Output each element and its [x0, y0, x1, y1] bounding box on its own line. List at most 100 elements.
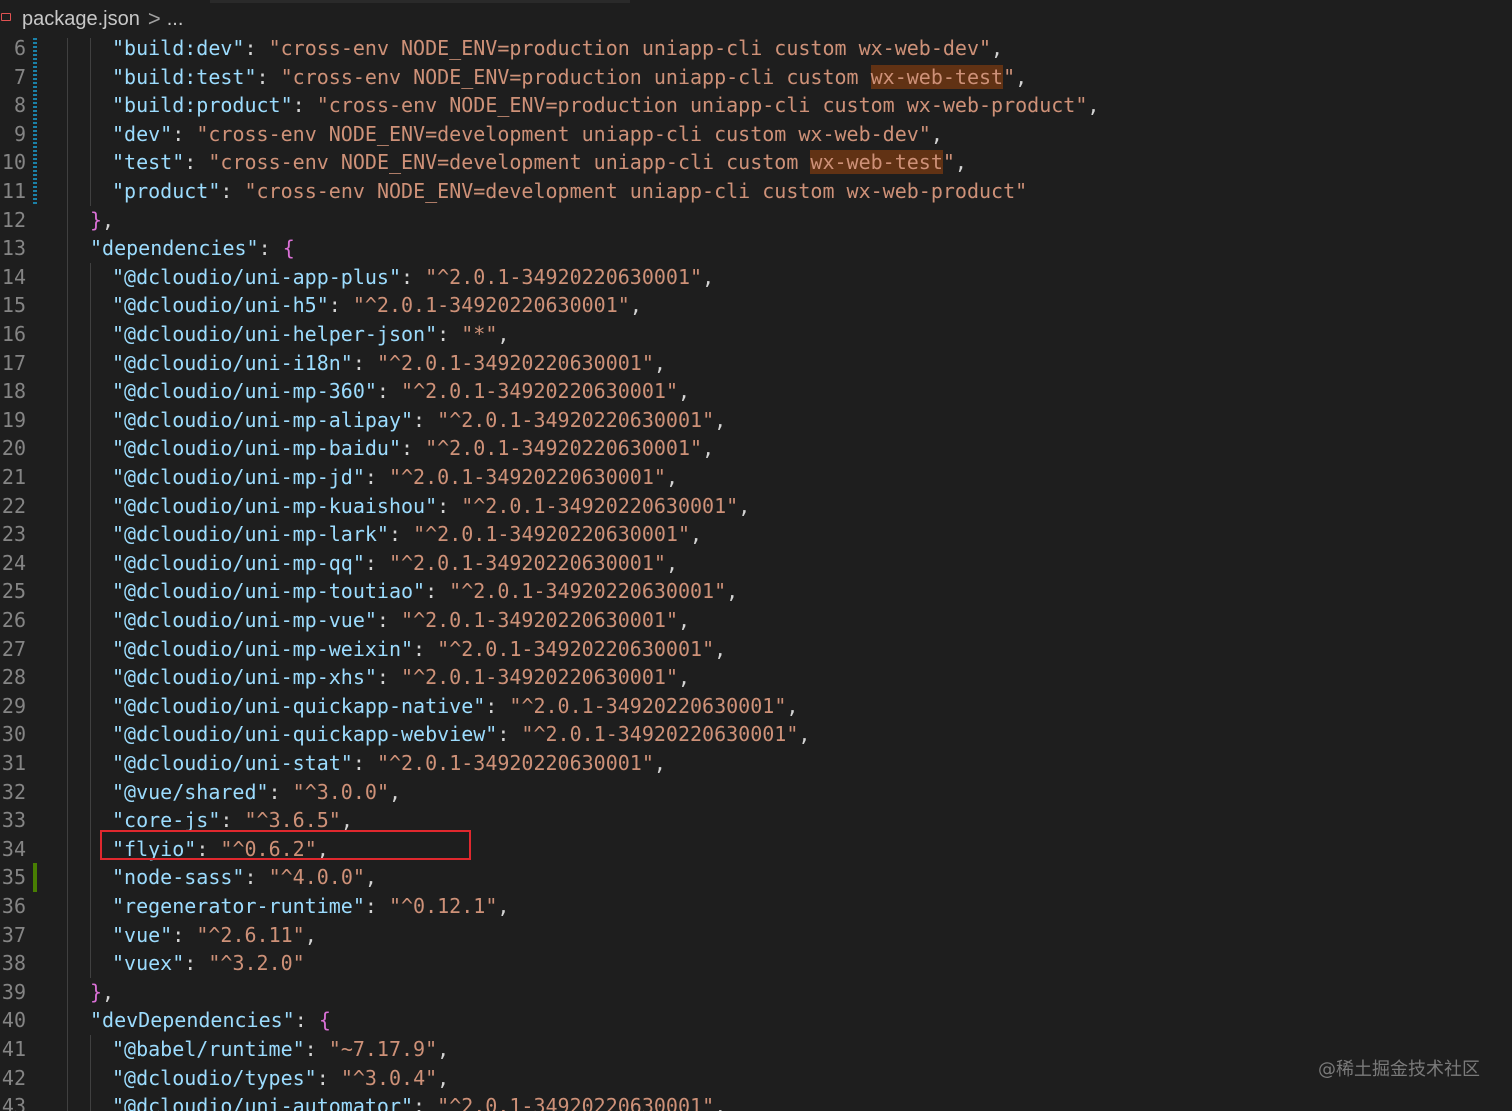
code-line[interactable]: 39}, [0, 978, 1512, 1007]
punctuation: , [702, 264, 715, 289]
code-line[interactable]: 38 "vuex": "^3.2.0" [0, 949, 1512, 978]
breadcrumb-ellipsis[interactable]: ... [167, 8, 184, 31]
code-line[interactable]: 27 "@dcloudio/uni-mp-weixin": "^2.0.1-349… [0, 635, 1512, 664]
code-line[interactable]: 32 "@vue/shared": "^3.0.0", [0, 778, 1512, 807]
punctuation: , [388, 779, 402, 804]
json-string-quote: " [280, 64, 293, 89]
code-line[interactable]: 19 "@dcloudio/uni-mp-alipay": "^2.0.1-349… [0, 406, 1512, 435]
code-text: "@dcloudio/uni-mp-alipay": "^2.0.1-34920… [112, 406, 726, 435]
code-line[interactable]: 22 "@dcloudio/uni-mp-kuaishou": "^2.0.1-3… [0, 492, 1512, 521]
code-line[interactable]: 11 "product": "cross-env NODE_ENV=develop… [0, 177, 1512, 206]
json-key-quote: " [425, 493, 438, 518]
code-line[interactable]: 41 "@babel/runtime": "~7.17.9", [0, 1035, 1512, 1064]
colon: : [485, 693, 510, 718]
code-line[interactable]: 12}, [0, 206, 1512, 235]
code-line[interactable]: 36 "regenerator-runtime": "^0.12.1", [0, 892, 1512, 921]
json-key-quote: " [413, 579, 426, 604]
json-key-quote: " [425, 322, 438, 346]
json-string-value: ^3.0.4 [352, 1065, 426, 1090]
find-match-highlight: wx-web-test [810, 150, 943, 175]
json-string-value: ^2.0.1-34920220630001 [413, 665, 666, 690]
json-string-value: ^2.6.11 [208, 922, 293, 947]
code-line[interactable]: 18 "@dcloudio/uni-mp-360": "^2.0.1-349202… [0, 377, 1512, 406]
json-string-quote: " [665, 608, 678, 632]
json-key-quote: " [112, 436, 125, 461]
breadcrumb-file[interactable]: package.json [22, 8, 140, 31]
json-key: @dcloudio/uni-mp-lark [124, 522, 377, 547]
code-line[interactable]: 7 "build:test": "cross-env NODE_ENV=produ… [0, 63, 1512, 92]
punctuation: , [690, 522, 703, 547]
json-key-quote: " [112, 407, 125, 432]
json-string-value: ^2.0.1-34920220630001 [533, 722, 787, 747]
code-line[interactable]: 28 "@dcloudio/uni-mp-xhs": "^2.0.1-349202… [0, 663, 1512, 692]
punctuation: , [1087, 93, 1100, 118]
code-line[interactable]: 24 "@dcloudio/uni-mp-qq": "^2.0.1-3492022… [0, 549, 1512, 578]
json-key-quote: " [485, 722, 498, 747]
code-line[interactable]: 16 "@dcloudio/uni-helper-json": "*", [0, 320, 1512, 349]
code-line[interactable]: 13 "dependencies": { [0, 234, 1512, 263]
code-line[interactable]: 15 "@dcloudio/uni-h5": "^2.0.1-3492022063… [0, 291, 1512, 320]
json-key: product [124, 179, 209, 203]
code-line[interactable]: 29 "@dcloudio/uni-quickapp-native": "^2.0… [0, 692, 1512, 721]
code-line[interactable]: 43 "@dcloudio/uni-automator": "^2.0.1-349… [0, 1092, 1512, 1111]
json-key-quote: " [160, 121, 173, 146]
json-key-quote: " [112, 293, 125, 318]
code-text: "@vue/shared": "^3.0.0", [112, 778, 401, 807]
json-key-quote: " [112, 722, 125, 747]
code-line[interactable]: 6 "build:dev": "cross-env NODE_ENV=produc… [0, 34, 1512, 63]
json-key-quote: " [112, 322, 125, 346]
json-string-value: ^3.6.5 [256, 808, 329, 833]
code-text: "@dcloudio/uni-mp-qq": "^2.0.1-349202206… [112, 549, 678, 578]
code-text: "@dcloudio/uni-automator": "^2.0.1-34920… [112, 1092, 726, 1111]
colon: : [184, 150, 209, 175]
code-text: "vue": "^2.6.11", [112, 921, 317, 950]
line-number: 27 [1, 636, 26, 661]
json-key-quote: " [172, 951, 185, 976]
json-string-quote: " [388, 465, 402, 489]
code-line[interactable]: 23 "@dcloudio/uni-mp-lark": "^2.0.1-34920… [0, 520, 1512, 549]
punctuation: , [702, 436, 715, 461]
code-line[interactable]: 25 "@dcloudio/uni-mp-toutiao": "^2.0.1-34… [0, 577, 1512, 606]
code-line[interactable]: 17 "@dcloudio/uni-i18n": "^2.0.1-34920220… [0, 349, 1512, 378]
json-key-quote: " [292, 1037, 305, 1061]
code-line[interactable]: 8 "build:product": "cross-env NODE_ENV=pr… [0, 91, 1512, 120]
json-string-quote: " [376, 779, 389, 804]
json-key-quote: " [364, 379, 377, 404]
json-string-quote: " [918, 121, 931, 146]
json-key-quote: " [112, 693, 125, 718]
colon: : [316, 1065, 341, 1090]
json-key-quote: " [112, 779, 125, 804]
json-key-quote: " [160, 922, 173, 947]
json-key-quote: " [352, 465, 365, 489]
code-line[interactable]: 31 "@dcloudio/uni-stat": "^2.0.1-34920220… [0, 749, 1512, 778]
json-string-quote: " [714, 579, 727, 604]
code-line[interactable]: 35 "node-sass": "^4.0.0", [0, 863, 1512, 892]
code-line[interactable]: 9 "dev": "cross-env NODE_ENV=development … [0, 120, 1512, 149]
json-key-quote: " [112, 665, 125, 690]
colon: : [256, 64, 281, 89]
chevron-right-icon: > [147, 6, 161, 31]
line-number: 20 [1, 436, 26, 461]
code-text: "@babel/runtime": "~7.17.9", [112, 1035, 449, 1064]
json-key: @dcloudio/uni-app-plus [124, 264, 389, 289]
code-line[interactable]: 14 "@dcloudio/uni-app-plus": "^2.0.1-3492… [0, 263, 1512, 292]
code-line[interactable]: 42 "@dcloudio/types": "^3.0.4", [0, 1064, 1512, 1093]
code-line[interactable]: 20 "@dcloudio/uni-mp-baidu": "^2.0.1-3492… [0, 434, 1512, 463]
punctuation: , [497, 322, 510, 346]
json-key-quote: " [232, 865, 245, 890]
code-line[interactable]: 26 "@dcloudio/uni-mp-vue": "^2.0.1-349202… [0, 606, 1512, 635]
code-line[interactable]: 21 "@dcloudio/uni-mp-jd": "^2.0.1-3492022… [0, 463, 1512, 492]
line-number: 13 [1, 236, 26, 261]
colon: : [401, 264, 426, 289]
code-line[interactable]: 37 "vue": "^2.6.11", [0, 921, 1512, 950]
code-editor[interactable]: 6 "build:dev": "cross-env NODE_ENV=produc… [0, 34, 1512, 1111]
punctuation: , [629, 293, 642, 318]
code-line[interactable]: 40 "devDependencies": { [0, 1006, 1512, 1035]
code-line[interactable]: 30 "@dcloudio/uni-quickapp-webview": "^2.… [0, 720, 1512, 749]
code-line[interactable]: 10 "test": "cross-env NODE_ENV=developmen… [0, 148, 1512, 177]
json-string-quote: " [268, 865, 281, 890]
code-text: "vuex": "^3.2.0" [112, 949, 305, 978]
json-string-value: cross-env NODE_ENV=development uniapp-cl… [220, 150, 811, 175]
json-key-quote: " [90, 1008, 103, 1033]
json-key-quote: " [112, 894, 125, 918]
